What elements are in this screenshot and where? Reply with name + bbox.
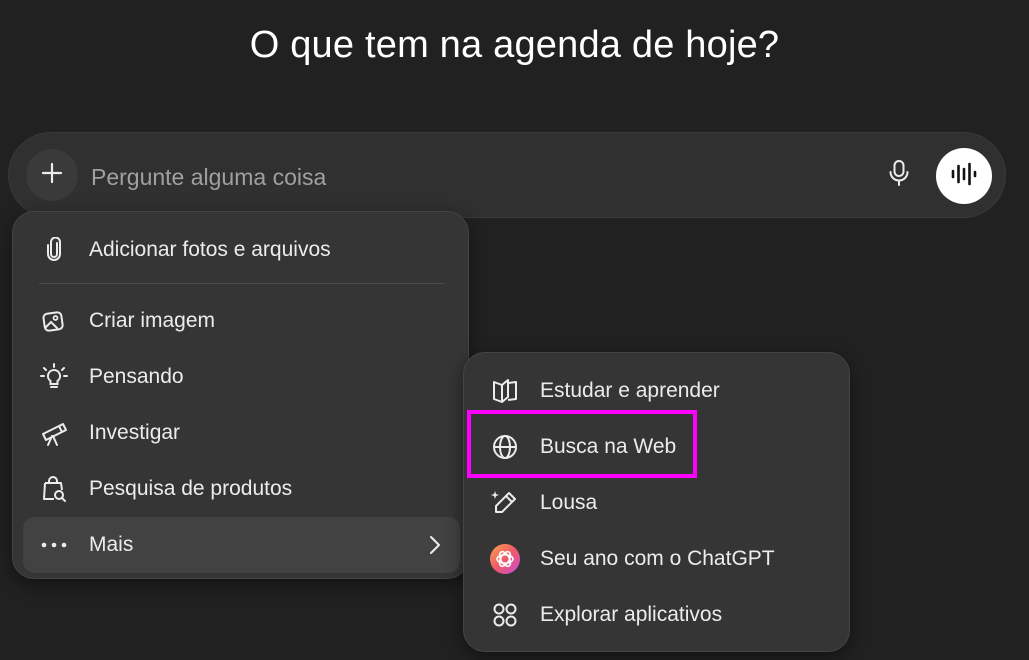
- voice-mode-button[interactable]: [936, 148, 992, 204]
- menu-item-create-image[interactable]: Criar imagem: [23, 293, 460, 349]
- paperclip-icon: [37, 233, 71, 267]
- submenu-item-label: Busca na Web: [540, 435, 677, 458]
- menu-divider: [39, 283, 445, 284]
- menu-item-thinking[interactable]: Pensando: [23, 349, 460, 405]
- globe-icon: [488, 430, 522, 464]
- submenu-item-label: Seu ano com o ChatGPT: [540, 547, 775, 570]
- menu-item-label: Criar imagem: [89, 309, 216, 332]
- image-create-icon: [37, 304, 71, 338]
- attachment-menu: Adicionar fotos e arquivos Criar imagem …: [12, 211, 469, 579]
- lightbulb-icon: [37, 360, 71, 394]
- menu-item-product-search[interactable]: Pesquisa de produtos: [23, 461, 460, 517]
- page-headline: O que tem na agenda de hoje?: [249, 24, 780, 66]
- menu-item-label: Mais: [89, 533, 134, 556]
- submenu-item-label: Explorar aplicativos: [540, 603, 723, 626]
- pencil-canvas-icon: [488, 486, 522, 520]
- dictate-button[interactable]: [881, 157, 917, 193]
- menu-item-more[interactable]: Mais: [23, 517, 460, 573]
- submenu-item-year-recap[interactable]: Seu ano com o ChatGPT: [474, 531, 841, 587]
- submenu-item-label: Estudar e aprender: [540, 379, 720, 402]
- book-open-icon: [488, 374, 522, 408]
- submenu-item-canvas[interactable]: Lousa: [474, 475, 841, 531]
- submenu-item-study[interactable]: Estudar e aprender: [474, 363, 841, 419]
- microphone-icon: [887, 159, 911, 192]
- submenu-item-web-search[interactable]: Busca na Web: [474, 419, 841, 475]
- plus-icon: [40, 161, 64, 190]
- voice-waveform-icon: [950, 161, 978, 192]
- chatgpt-logo-icon: [488, 542, 522, 576]
- menu-item-label: Pesquisa de produtos: [89, 477, 293, 500]
- apps-grid-icon: [488, 598, 522, 632]
- menu-item-label: Pensando: [89, 365, 184, 388]
- menu-item-label: Adicionar fotos e arquivos: [89, 238, 331, 261]
- menu-item-label: Investigar: [89, 421, 181, 444]
- submenu-item-explore-apps[interactable]: Explorar aplicativos: [474, 587, 841, 643]
- submenu-item-label: Lousa: [540, 491, 598, 514]
- menu-item-investigate[interactable]: Investigar: [23, 405, 460, 461]
- prompt-input[interactable]: [89, 159, 853, 195]
- menu-item-add-files[interactable]: Adicionar fotos e arquivos: [23, 222, 460, 278]
- shopping-bag-search-icon: [37, 472, 71, 506]
- telescope-icon: [37, 416, 71, 450]
- add-attachment-button[interactable]: [26, 149, 78, 201]
- prompt-composer: [8, 132, 1006, 218]
- more-submenu: Estudar e aprender Busca na Web Lousa Se…: [463, 352, 850, 652]
- more-dots-icon: [37, 528, 71, 562]
- chevron-right-icon: [424, 533, 446, 557]
